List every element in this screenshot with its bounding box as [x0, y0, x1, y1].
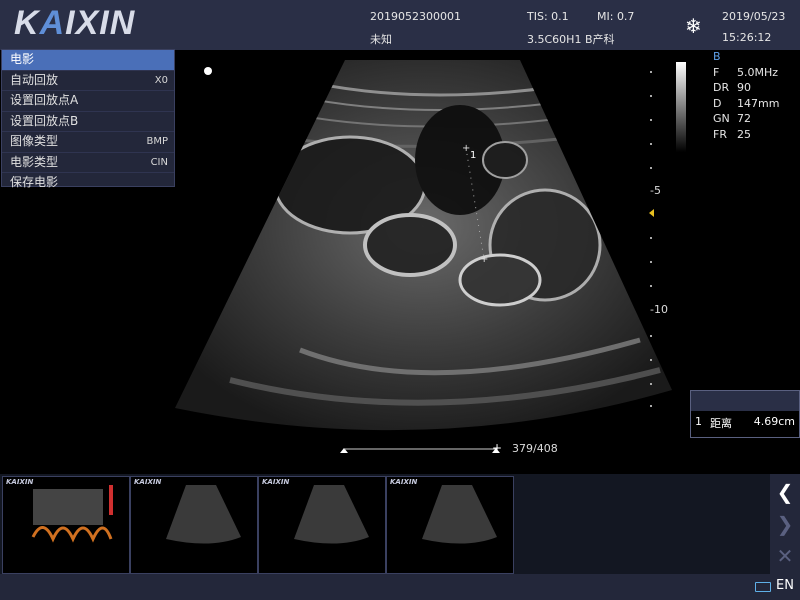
scale-tick: [650, 167, 652, 169]
thumbnail-nav: ❮ ❯ ✕: [770, 474, 800, 574]
language-indicator[interactable]: EN: [776, 578, 794, 593]
status-bar: [0, 574, 800, 600]
snowflake-icon[interactable]: ❄: [685, 14, 702, 38]
thumbnail-1[interactable]: KAIXIN: [2, 476, 130, 574]
orientation-marker: [204, 67, 212, 75]
mi-value: MI: 0.7: [597, 10, 635, 23]
patient-id: 2019052300001: [370, 10, 461, 23]
close-icon[interactable]: ✕: [770, 540, 800, 572]
caliper-label: 1: [470, 150, 477, 161]
measurement-panel: 1 距离 4.69cm: [690, 390, 800, 438]
battery-icon: [755, 582, 771, 592]
time-display: 15:26:12: [722, 31, 772, 44]
focus-marker[interactable]: [649, 209, 654, 217]
brand-logo: KAIXIN: [14, 4, 136, 42]
menu-item-save-cine[interactable]: 保存电影: [2, 173, 174, 193]
cine-progress-bar: [340, 448, 500, 453]
top-header: KAIXIN 2019052300001 未知 TIS: 0.1 MI: 0.7…: [0, 0, 800, 50]
scale-tick: [650, 285, 652, 287]
param-row: DR 90: [713, 81, 751, 94]
param-row: F 5.0MHz: [713, 65, 779, 79]
scale-tick: [650, 335, 652, 337]
depth-label-5: -5: [650, 184, 661, 197]
menu-item-cine-type[interactable]: 电影类型 CIN: [2, 153, 174, 173]
cine-frame-counter: 379/408: [512, 442, 558, 455]
menu-item-cine[interactable]: 电影: [2, 50, 174, 71]
chevron-left-icon[interactable]: ❮: [770, 476, 800, 508]
menu-item-auto-replay[interactable]: 自动回放 X0: [2, 71, 174, 91]
measurement-row: 1 距离 4.69cm: [695, 415, 795, 430]
scale-tick: [650, 237, 652, 239]
thumbnail-4[interactable]: KAIXIN: [386, 476, 514, 574]
scale-tick: [650, 71, 652, 73]
menu-item-set-point-b[interactable]: 设置回放点B: [2, 112, 174, 132]
cine-menu: 电影 自动回放 X0 设置回放点A 设置回放点B 图像类型 BMP 电影类型 CIN …: [1, 49, 175, 189]
scale-tick: [650, 359, 652, 361]
param-row: D 147mm: [713, 96, 780, 110]
measurement-header: [691, 391, 799, 411]
tis-value: TIS: 0.1: [527, 10, 569, 23]
imaging-params: B F 5.0MHz DR 90 D 147mm GN 72 FR 25: [713, 50, 779, 143]
patient-name: 未知: [370, 33, 392, 46]
chevron-right-icon[interactable]: ❯: [770, 508, 800, 540]
caliper-end: +: [480, 254, 488, 265]
menu-item-set-point-a[interactable]: 设置回放点A: [2, 91, 174, 112]
scale-tick: [650, 405, 652, 407]
probe-preset: 3.5C60H1 B产科: [527, 33, 615, 46]
date-display: 2019/05/23: [722, 10, 786, 23]
cine-cursor[interactable]: +: [492, 441, 502, 455]
scale-tick: [650, 383, 652, 385]
scale-tick: [650, 261, 652, 263]
thumbnail-strip: KAIXIN KAIXIN KAIXIN KAIXIN: [0, 474, 770, 574]
mode-label: B: [713, 50, 721, 63]
thumbnail-3[interactable]: KAIXIN: [258, 476, 386, 574]
menu-item-image-type[interactable]: 图像类型 BMP: [2, 132, 174, 153]
scale-tick: [650, 143, 652, 145]
thumbnail-2[interactable]: KAIXIN: [130, 476, 258, 574]
param-row: GN 72: [713, 112, 751, 125]
scale-tick: [650, 95, 652, 97]
param-row: FR 25: [713, 127, 751, 141]
depth-label-10: -10: [650, 303, 668, 316]
scale-tick: [650, 119, 652, 121]
grayscale-bar: [676, 62, 686, 152]
